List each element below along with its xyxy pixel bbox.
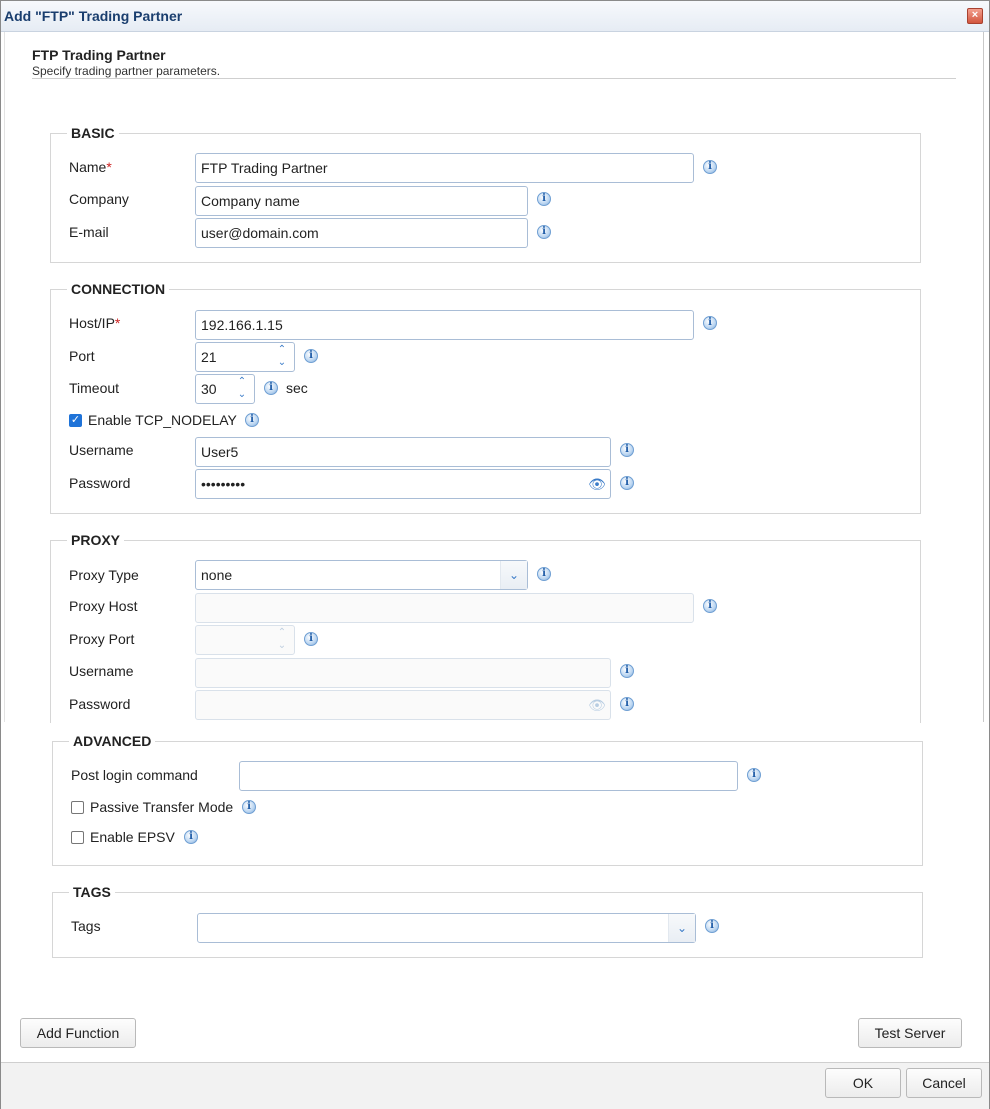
proxy-type-select[interactable]: none ⌄	[195, 560, 528, 590]
company-info-icon[interactable]: i	[537, 192, 551, 206]
proxy-password-label: Password	[69, 696, 131, 712]
username-info-icon[interactable]: i	[620, 443, 634, 457]
timeout-info-icon[interactable]: i	[264, 381, 278, 395]
port-stepper[interactable]: 21 ⌃ ⌄	[195, 342, 295, 372]
passive-mode-label[interactable]: Passive Transfer Mode	[90, 799, 233, 815]
page-title: FTP Trading Partner	[32, 47, 166, 63]
company-label: Company	[69, 191, 129, 207]
password-info-icon[interactable]: i	[620, 476, 634, 490]
eye-icon[interactable]: 👁	[588, 477, 606, 491]
username-label: Username	[69, 442, 134, 458]
tags-legend: TAGS	[69, 884, 115, 900]
nodelay-info-icon[interactable]: i	[245, 413, 259, 427]
ok-button[interactable]: OK	[825, 1068, 901, 1098]
advanced-legend: ADVANCED	[69, 733, 156, 749]
timeout-stepper-arrows: ⌃ ⌄	[230, 375, 254, 403]
nodelay-label[interactable]: Enable TCP_NODELAY	[88, 412, 237, 428]
chevron-up-icon[interactable]: ⌃	[236, 377, 248, 387]
chevron-up-icon[interactable]: ⌃	[276, 628, 288, 638]
port-label: Port	[69, 348, 95, 364]
dialog-titlebar[interactable]: Add "FTP" Trading Partner ×	[1, 1, 989, 32]
add-function-button[interactable]: Add Function	[20, 1018, 136, 1048]
password-label: Password	[69, 475, 131, 491]
name-field[interactable]: FTP Trading Partner	[195, 153, 694, 183]
chevron-down-icon[interactable]: ⌄	[500, 561, 527, 589]
chevron-down-icon[interactable]: ⌄	[276, 358, 288, 368]
email-label: E-mail	[69, 224, 109, 240]
proxy-username-field[interactable]	[195, 658, 611, 688]
epsv-info-icon[interactable]: i	[184, 830, 198, 844]
host-info-icon[interactable]: i	[703, 316, 717, 330]
tags-label: Tags	[71, 918, 101, 934]
timeout-label: Timeout	[69, 380, 120, 396]
passive-mode-info-icon[interactable]: i	[242, 800, 256, 814]
nodelay-checkbox[interactable]: ✓	[69, 414, 82, 427]
passive-mode-checkbox[interactable]	[71, 801, 84, 814]
chevron-down-icon[interactable]: ⌄	[276, 641, 288, 651]
post-login-field[interactable]	[239, 761, 738, 791]
proxy-password-field[interactable]	[195, 690, 611, 720]
dialog-title: Add "FTP" Trading Partner	[4, 8, 183, 24]
epsv-label[interactable]: Enable EPSV	[90, 829, 175, 845]
proxy-host-info-icon[interactable]: i	[703, 599, 717, 613]
page-subtitle: Specify trading partner parameters.	[32, 64, 221, 78]
proxy-username-label: Username	[69, 663, 134, 679]
proxy-password-info-icon[interactable]: i	[620, 697, 634, 711]
post-login-info-icon[interactable]: i	[747, 768, 761, 782]
company-field[interactable]: Company name	[195, 186, 528, 216]
proxy-type-label: Proxy Type	[69, 567, 139, 583]
tags-info-icon[interactable]: i	[705, 919, 719, 933]
connection-legend: CONNECTION	[67, 281, 170, 297]
cancel-button[interactable]: Cancel	[906, 1068, 982, 1098]
chevron-down-icon[interactable]: ⌄	[236, 390, 248, 400]
tags-select[interactable]: ⌄	[197, 913, 696, 943]
close-icon[interactable]: ×	[967, 8, 983, 24]
add-trading-partner-dialog: Add "FTP" Trading Partner × FTP Trading …	[0, 0, 990, 1109]
post-login-label: Post login command	[71, 767, 198, 783]
proxy-port-stepper[interactable]: ⌃ ⌄	[195, 625, 295, 655]
proxy-port-label: Proxy Port	[69, 631, 135, 647]
host-label: Host/IP*	[69, 315, 121, 331]
name-info-icon[interactable]: i	[703, 160, 717, 174]
header-divider	[32, 78, 956, 79]
timeout-value: 30	[201, 381, 217, 397]
chevron-up-icon[interactable]: ⌃	[276, 345, 288, 355]
port-info-icon[interactable]: i	[304, 349, 318, 363]
email-info-icon[interactable]: i	[537, 225, 551, 239]
proxy-username-info-icon[interactable]: i	[620, 664, 634, 678]
timeout-unit: sec	[286, 380, 308, 396]
epsv-checkbox[interactable]	[71, 831, 84, 844]
username-field[interactable]: User5	[195, 437, 611, 467]
proxy-type-value: none	[201, 567, 233, 583]
proxy-port-info-icon[interactable]: i	[304, 632, 318, 646]
proxy-port-stepper-arrows: ⌃ ⌄	[270, 626, 294, 654]
proxy-host-field[interactable]	[195, 593, 694, 623]
test-server-button[interactable]: Test Server	[858, 1018, 962, 1048]
name-label: Name*	[69, 159, 112, 175]
timeout-stepper[interactable]: 30 ⌃ ⌄	[195, 374, 255, 404]
basic-legend: BASIC	[67, 125, 119, 141]
eye-icon[interactable]: 👁	[588, 698, 606, 712]
host-field[interactable]: 192.166.1.15	[195, 310, 694, 340]
password-field[interactable]: •••••••••	[195, 469, 611, 499]
proxy-host-label: Proxy Host	[69, 598, 138, 614]
port-value: 21	[201, 349, 217, 365]
chevron-down-icon[interactable]: ⌄	[668, 914, 695, 942]
email-field[interactable]: user@domain.com	[195, 218, 528, 248]
dialog-footer: OK Cancel	[1, 1062, 989, 1109]
proxy-type-info-icon[interactable]: i	[537, 567, 551, 581]
port-stepper-arrows: ⌃ ⌄	[270, 343, 294, 371]
proxy-legend: PROXY	[67, 532, 125, 548]
